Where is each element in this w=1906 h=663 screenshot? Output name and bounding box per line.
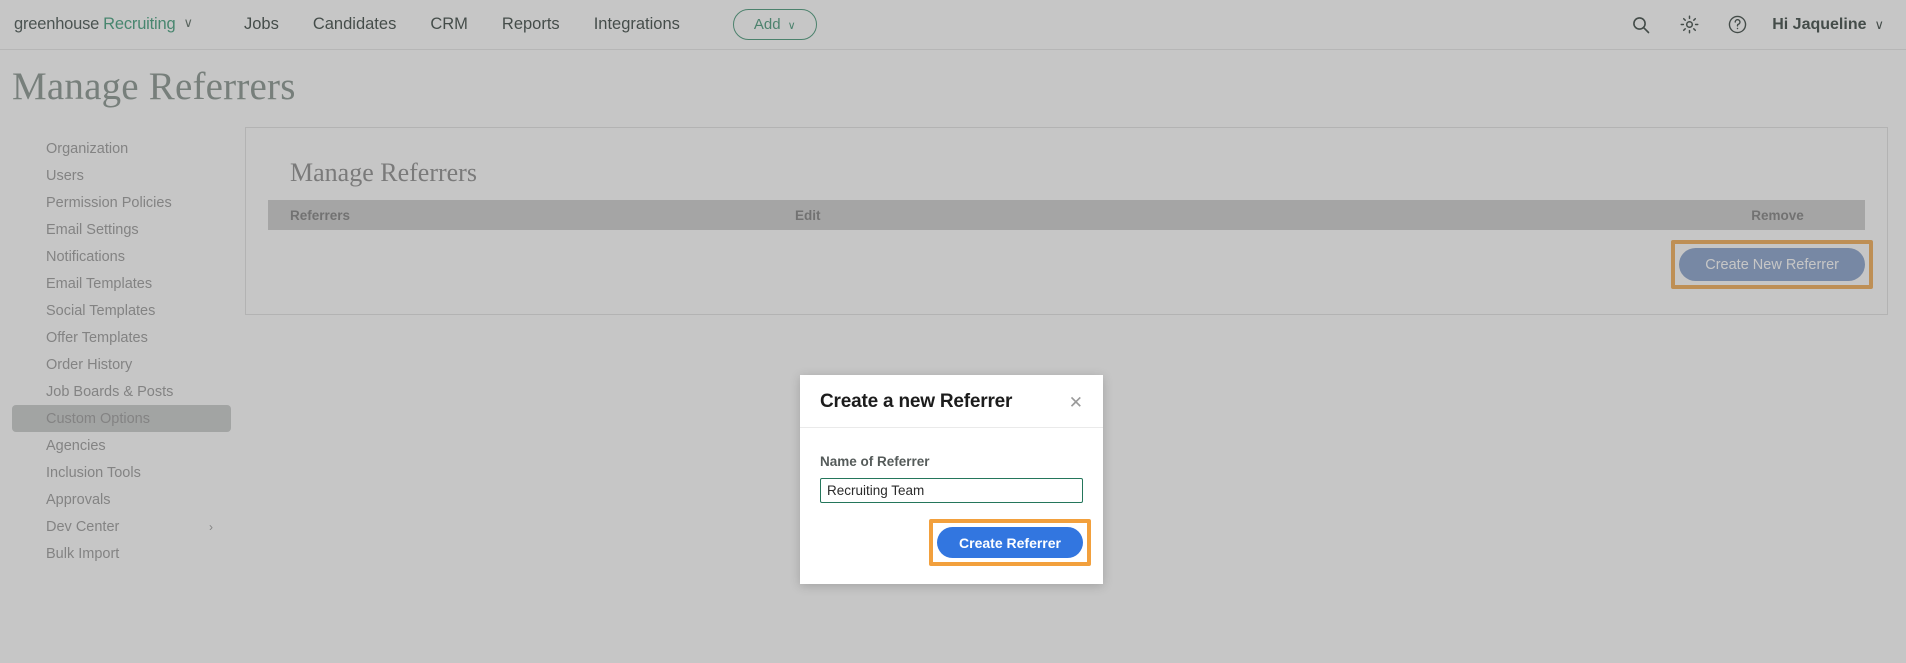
create-referrer-highlight: Create Referrer bbox=[929, 519, 1091, 566]
create-referrer-modal: Create a new Referrer ✕ Name of Referrer… bbox=[800, 375, 1103, 584]
close-icon[interactable]: ✕ bbox=[1067, 392, 1085, 413]
modal-footer: Create Referrer bbox=[800, 511, 1103, 584]
modal-body: Name of Referrer bbox=[800, 428, 1103, 511]
name-of-referrer-input[interactable] bbox=[820, 478, 1083, 503]
modal-header: Create a new Referrer ✕ bbox=[800, 375, 1103, 428]
name-of-referrer-label: Name of Referrer bbox=[820, 454, 930, 469]
create-referrer-button[interactable]: Create Referrer bbox=[937, 527, 1083, 558]
modal-title: Create a new Referrer bbox=[820, 391, 1013, 412]
